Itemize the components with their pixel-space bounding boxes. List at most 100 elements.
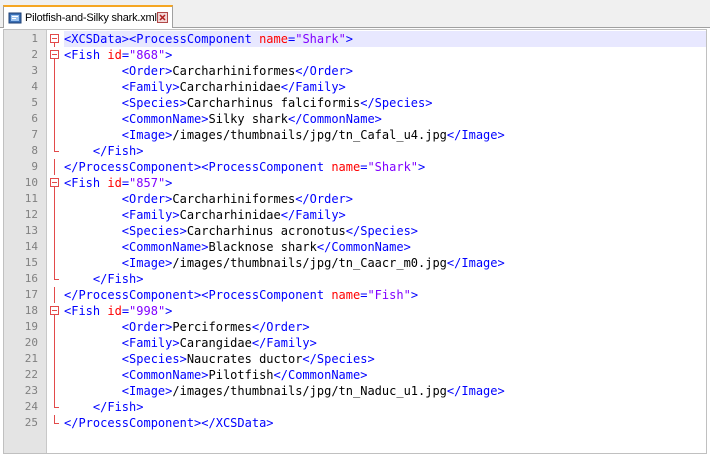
fold-line-marker xyxy=(49,95,60,111)
fold-line-marker xyxy=(49,335,60,351)
code-line[interactable]: 20 <Family>Carangidae</Family> xyxy=(4,335,706,351)
code-token: Carcharhinidae xyxy=(179,208,281,222)
fold-end-marker xyxy=(49,415,60,431)
code-line[interactable]: 13 <Species>Carcharhinus acronotus</Spec… xyxy=(4,223,706,239)
code-token: Perciformes xyxy=(172,320,252,334)
code-token: <Fish xyxy=(64,304,108,318)
line-number: 23 xyxy=(24,384,38,397)
fold-toggle-icon[interactable] xyxy=(49,47,60,63)
code-text: <Species>Naucrates ductor</Species> xyxy=(64,351,706,367)
code-line[interactable]: 4 <Family>Carcharhinidae</Family> xyxy=(4,79,706,95)
code-token: Carcharhinus acronotus xyxy=(186,224,346,238)
code-token: > xyxy=(165,48,173,62)
line-number: 3 xyxy=(31,64,38,77)
code-token: </CommonName> xyxy=(287,112,382,126)
code-token: "Fish" xyxy=(367,288,411,302)
code-text: </Fish> xyxy=(64,271,706,287)
tab-title: Pilotfish-and-Silky shark.xml xyxy=(25,11,157,24)
code-token: <Family> xyxy=(121,80,180,94)
code-line[interactable]: 14 <CommonName>Blacknose shark</CommonNa… xyxy=(4,239,706,255)
code-line[interactable]: 1 <XCSData><ProcessComponent name="Shark"… xyxy=(4,31,706,47)
code-text: </ProcessComponent><ProcessComponent nam… xyxy=(64,287,706,303)
code-line[interactable]: 24 </Fish> xyxy=(4,399,706,415)
code-text: <CommonName>Silky shark</CommonName> xyxy=(64,111,706,127)
code-text: <Fish id="857"> xyxy=(64,175,706,191)
code-line[interactable]: 10 <Fish id="857"> xyxy=(4,175,706,191)
file-tab[interactable]: Pilotfish-and-Silky shark.xml xyxy=(3,5,173,28)
code-token: <CommonName> xyxy=(121,240,209,254)
code-line[interactable]: 7 <Image>/images/thumbnails/jpg/tn_Cafal… xyxy=(4,127,706,143)
code-token: <Species> xyxy=(121,96,187,110)
fold-line-marker xyxy=(49,351,60,367)
code-token: Pilotfish xyxy=(208,368,274,382)
fold-toggle-icon[interactable] xyxy=(49,303,60,319)
code-token: "857" xyxy=(129,176,166,190)
code-text: <Order>Carcharhiniformes</Order> xyxy=(64,191,706,207)
fold-end-marker xyxy=(49,399,60,415)
code-token: Silky shark xyxy=(208,112,288,126)
code-line[interactable]: 12 <Family>Carcharhinidae</Family> xyxy=(4,207,706,223)
code-line[interactable]: 6 <CommonName>Silky shark</CommonName> xyxy=(4,111,706,127)
code-text: <Family>Carcharhinidae</Family> xyxy=(64,79,706,95)
code-line[interactable]: 25 </ProcessComponent></XCSData> xyxy=(4,415,706,431)
code-line[interactable]: 3 <Order>Carcharhiniformes</Order> xyxy=(4,63,706,79)
code-line[interactable]: 23 <Image>/images/thumbnails/jpg/tn_Nadu… xyxy=(4,383,706,399)
code-text: <Fish id="998"> xyxy=(64,303,706,319)
code-token: /images/thumbnails/jpg/tn_Cafal_u4.jpg xyxy=(172,128,447,142)
fold-line-marker xyxy=(49,255,60,271)
code-line[interactable]: 18 <Fish id="998"> xyxy=(4,303,706,319)
code-token: <Fish xyxy=(64,48,108,62)
code-line[interactable]: 11 <Order>Carcharhiniformes</Order> xyxy=(4,191,706,207)
code-token: <Species> xyxy=(121,352,187,366)
code-token: </ProcessComponent><ProcessComponent xyxy=(64,160,332,174)
code-token: </Image> xyxy=(446,256,505,270)
fold-end-marker xyxy=(49,271,60,287)
line-number: 21 xyxy=(24,352,38,365)
code-token: </Order> xyxy=(295,64,353,78)
code-token: </Fish> xyxy=(92,272,144,286)
code-token: id xyxy=(107,176,122,190)
code-token: </ProcessComponent><ProcessComponent xyxy=(64,288,332,302)
line-number: 8 xyxy=(31,144,38,157)
fold-line-marker xyxy=(49,319,60,335)
code-token: Blacknose shark xyxy=(208,240,317,254)
code-line[interactable]: 16 </Fish> xyxy=(4,271,706,287)
code-line[interactable]: 15 <Image>/images/thumbnails/jpg/tn_Caac… xyxy=(4,255,706,271)
code-line[interactable]: 5 <Species>Carcharhinus falciformis</Spe… xyxy=(4,95,706,111)
code-line[interactable]: 22 <CommonName>Pilotfish</CommonName> xyxy=(4,367,706,383)
code-line[interactable]: 9 </ProcessComponent><ProcessComponent na… xyxy=(4,159,706,175)
code-token: <Family> xyxy=(121,336,180,350)
fold-line-marker xyxy=(49,159,60,175)
fold-line-marker xyxy=(49,191,60,207)
code-line[interactable]: 19 <Order>Perciformes</Order> xyxy=(4,319,706,335)
close-icon[interactable] xyxy=(157,12,168,23)
code-text: <Order>Carcharhiniformes</Order> xyxy=(64,63,706,79)
code-text: <Image>/images/thumbnails/jpg/tn_Naduc_u… xyxy=(64,383,706,399)
code-token: Carcharhinus falciformis xyxy=(186,96,361,110)
code-token: name xyxy=(331,288,361,302)
code-editor[interactable]: 1 <XCSData><ProcessComponent name="Shark"… xyxy=(3,29,707,454)
fold-line-marker xyxy=(49,239,60,255)
fold-line-marker xyxy=(49,367,60,383)
code-line[interactable]: 2 <Fish id="868"> xyxy=(4,47,706,63)
code-token: = xyxy=(121,176,130,190)
code-token: <Image> xyxy=(121,256,173,270)
code-line[interactable]: 8 </Fish> xyxy=(4,143,706,159)
code-text: <XCSData><ProcessComponent name="Shark"> xyxy=(64,31,706,47)
code-text: <CommonName>Blacknose shark</CommonName> xyxy=(64,239,706,255)
fold-toggle-icon[interactable] xyxy=(49,175,60,191)
line-number: 5 xyxy=(31,96,38,109)
code-token: = xyxy=(121,304,130,318)
fold-toggle-icon[interactable] xyxy=(49,31,60,47)
code-line[interactable]: 21 <Species>Naucrates ductor</Species> xyxy=(4,351,706,367)
code-token: "998" xyxy=(129,304,166,318)
code-token: <Order> xyxy=(121,320,173,334)
fold-line-marker xyxy=(49,223,60,239)
code-line[interactable]: 17 </ProcessComponent><ProcessComponent n… xyxy=(4,287,706,303)
line-number: 1 xyxy=(31,32,38,45)
code-token: <CommonName> xyxy=(121,112,209,126)
code-token: > xyxy=(165,176,173,190)
line-number: 10 xyxy=(24,176,38,189)
code-token: </Species> xyxy=(345,224,419,238)
line-number: 13 xyxy=(24,224,38,237)
